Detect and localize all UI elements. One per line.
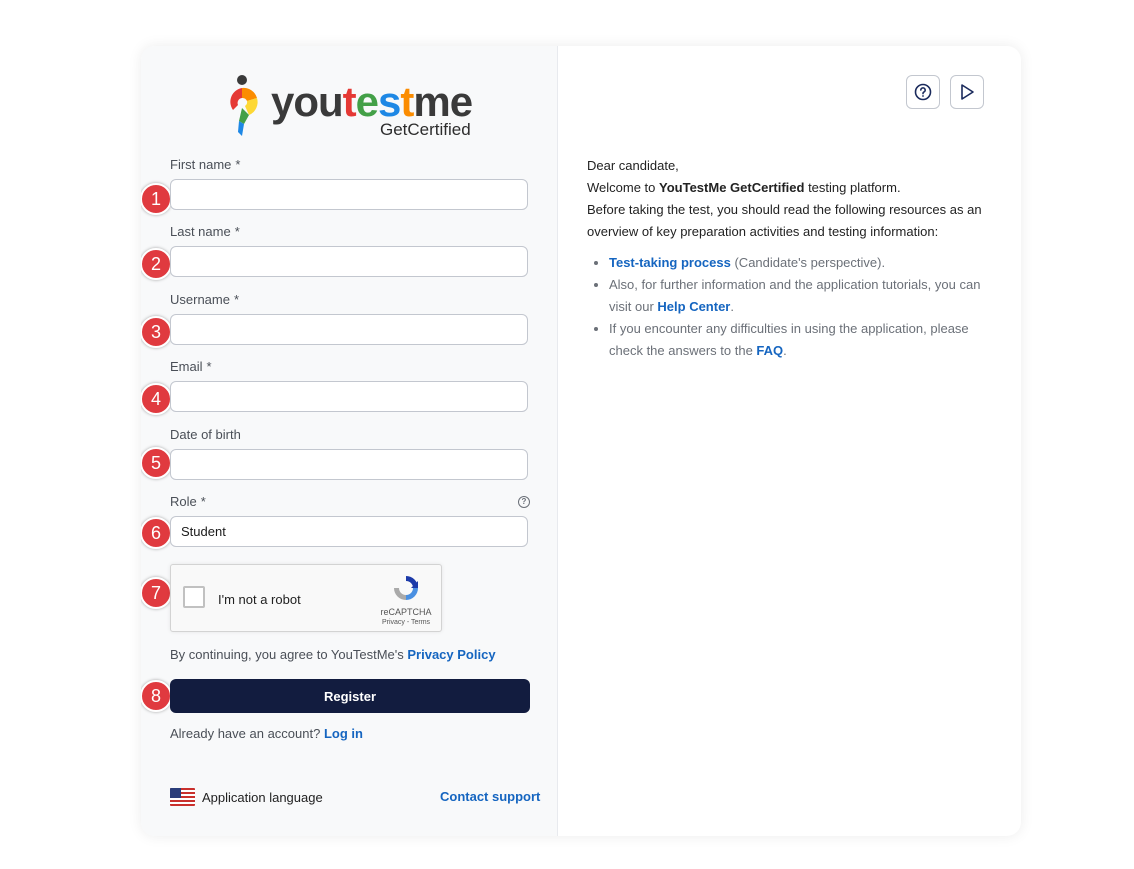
list-item: Test-taking process (Candidate's perspec…: [609, 252, 997, 274]
help-button[interactable]: [906, 75, 940, 109]
us-flag-icon: [170, 788, 195, 806]
role-label: Role *: [170, 494, 206, 509]
recaptcha-checkbox[interactable]: [183, 586, 205, 608]
language-label: Application language: [202, 789, 323, 805]
recaptcha-widget: I'm not a robot reCAPTCHA Privacy - Term…: [170, 564, 442, 632]
consent-text: By continuing, you agree to YouTestMe's …: [170, 647, 496, 662]
brand-test: test: [342, 78, 415, 125]
welcome-line: Welcome to YouTestMe GetCertified testin…: [587, 180, 901, 195]
username-input[interactable]: [170, 314, 528, 345]
recaptcha-logo-icon: [394, 576, 418, 600]
brand-me: me: [413, 78, 473, 125]
dob-label: Date of birth: [170, 427, 241, 442]
step-badge-2: 2: [141, 248, 172, 280]
role-select[interactable]: Student: [170, 516, 528, 547]
step-badge-4: 4: [141, 383, 172, 415]
login-link[interactable]: Log in: [324, 726, 363, 741]
greeting: Dear candidate,: [587, 158, 679, 173]
language-selector[interactable]: Application language: [170, 788, 323, 806]
recaptcha-brand: reCAPTCHA: [380, 607, 432, 617]
brand-wordmark: youtestme: [271, 78, 473, 126]
brand-letter: s: [378, 78, 401, 125]
info-panel: Dear candidate, Welcome to YouTestMe Get…: [558, 46, 1021, 836]
faq-link[interactable]: FAQ: [756, 343, 783, 358]
email-label: Email *: [170, 359, 212, 374]
privacy-policy-link[interactable]: Privacy Policy: [407, 647, 495, 662]
step-badge-3: 3: [141, 316, 172, 348]
login-prompt: Already have an account? Log in: [170, 726, 363, 741]
list-item: Also, for further information and the ap…: [609, 274, 997, 318]
brand-letter: t: [342, 78, 357, 125]
dob-input[interactable]: [170, 449, 528, 480]
step-badge-1: 1: [141, 183, 172, 215]
contact-support-link[interactable]: Contact support: [440, 789, 540, 804]
play-button[interactable]: [950, 75, 984, 109]
brand-letter: e: [355, 78, 379, 125]
resource-list: Test-taking process (Candidate's perspec…: [587, 252, 997, 362]
welcome-text: Dear candidate, Welcome to YouTestMe Get…: [587, 155, 997, 362]
help-center-link[interactable]: Help Center: [657, 299, 730, 314]
recaptcha-links[interactable]: Privacy - Terms: [371, 619, 441, 626]
brand-subtitle: GetCertified: [380, 120, 471, 139]
first-name-label: First name *: [170, 157, 241, 172]
first-name-input[interactable]: [170, 179, 528, 210]
role-help-icon[interactable]: ?: [518, 496, 530, 508]
registration-panel: youtestme GetCertified First name * 1 Las…: [141, 46, 558, 836]
logo-person-icon: [230, 75, 258, 136]
test-taking-link[interactable]: Test-taking process: [609, 255, 731, 270]
register-button[interactable]: Register: [170, 679, 530, 713]
brand-logo: youtestme GetCertified: [227, 74, 477, 140]
step-badge-8: 8: [141, 680, 172, 712]
email-input[interactable]: [170, 381, 528, 412]
brand-letter: t: [400, 78, 414, 125]
last-name-label: Last name *: [170, 224, 240, 239]
role-value: Student: [181, 524, 226, 539]
list-item: If you encounter any difficulties in usi…: [609, 318, 997, 362]
help-circle-icon: [914, 83, 932, 101]
brand-you: you: [271, 78, 344, 125]
step-badge-7: 7: [141, 577, 172, 609]
registration-card: youtestme GetCertified First name * 1 Las…: [141, 46, 1021, 836]
username-label: Username *: [170, 292, 240, 307]
step-badge-5: 5: [141, 447, 172, 479]
last-name-input[interactable]: [170, 246, 528, 277]
recaptcha-label: I'm not a robot: [218, 592, 301, 607]
play-icon: [961, 84, 974, 100]
intro-text: Before taking the test, you should read …: [587, 202, 982, 239]
step-badge-6: 6: [141, 517, 172, 549]
